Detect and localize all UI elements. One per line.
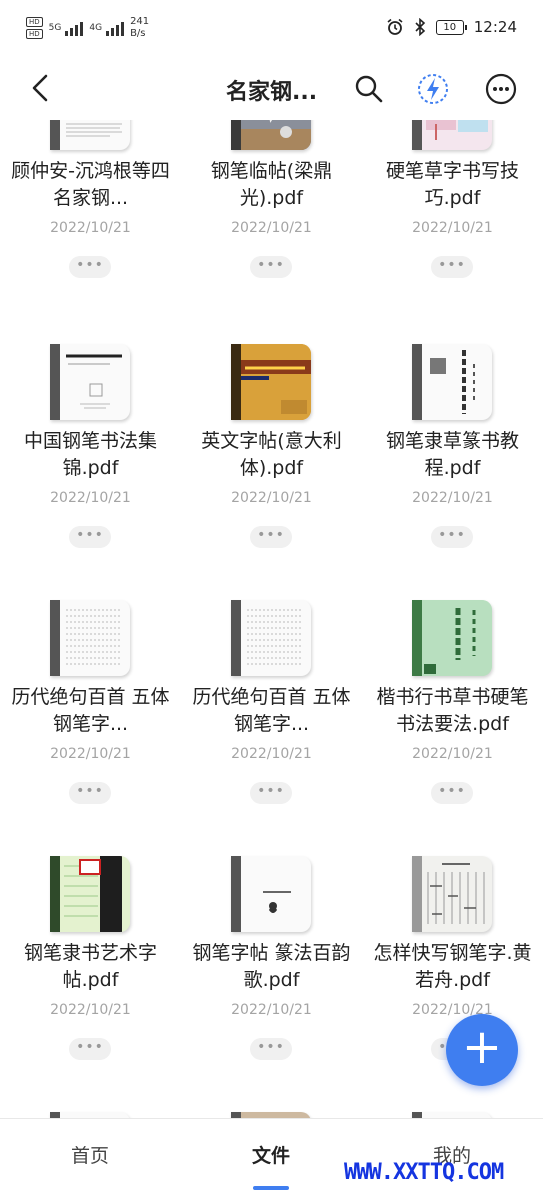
file-name[interactable]: 钢笔临帖(梁鼎光).pdf [187, 158, 356, 212]
more-button[interactable]: ••• [431, 256, 473, 278]
file-card[interactable]: 顾仲安-沉鸿根等四名家钢... 2022/10/21 ••• [0, 120, 181, 330]
page-title: 名家钢... [226, 80, 318, 105]
file-card[interactable]: 钢笔字帖 篆法百韵歌.pdf 2022/10/21 ••• [181, 856, 362, 1112]
file-date: 2022/10/21 [50, 1002, 131, 1018]
tab-files[interactable]: 文件 [221, 1141, 321, 1168]
file-card[interactable]: 硬笔草字书写技巧.pdf 2022/10/21 ••• [362, 120, 543, 330]
clock: 12:24 [473, 18, 517, 36]
file-thumbnail[interactable] [412, 856, 492, 932]
file-thumbnail[interactable] [412, 120, 492, 150]
file-name[interactable]: 钢笔隶草篆书教程.pdf [368, 428, 537, 482]
file-date: 2022/10/21 [231, 490, 312, 506]
file-card[interactable]: 历代绝句百首 五体钢笔字... 2022/10/21 ••• [0, 600, 181, 856]
chevron-left-icon[interactable] [26, 72, 54, 104]
file-card[interactable]: 中国钢笔书法集锦.pdf 2022/10/21 ••• [0, 344, 181, 600]
file-date: 2022/10/21 [412, 490, 493, 506]
file-name[interactable]: 英文字帖(意大利体).pdf [187, 428, 356, 482]
file-date: 2022/10/21 [231, 220, 312, 236]
file-thumbnail[interactable] [231, 120, 311, 150]
file-name[interactable]: 顾仲安-沉鸿根等四名家钢... [6, 158, 175, 212]
signal-icon-2 [106, 20, 125, 36]
active-tab-indicator [253, 1186, 289, 1190]
file-date: 2022/10/21 [412, 746, 493, 762]
file-thumbnail[interactable] [412, 344, 492, 420]
sim1-badge: HD [26, 17, 43, 27]
file-thumbnail[interactable] [50, 600, 130, 676]
file-card[interactable]: 钢笔临帖(梁鼎光).pdf 2022/10/21 ••• [181, 120, 362, 330]
signal-icon [65, 20, 84, 36]
battery-icon: 10 [435, 19, 467, 35]
more-button[interactable]: ••• [250, 1038, 292, 1060]
file-thumbnail[interactable] [50, 120, 130, 150]
network-speed: 241 B/s [130, 16, 149, 40]
more-button[interactable]: ••• [250, 256, 292, 278]
file-card[interactable]: 怎样快写钢笔字.黄若舟.pdf 2022/10/21 ••• [362, 856, 543, 1112]
more-button[interactable]: ••• [69, 526, 111, 548]
file-date: 2022/10/21 [231, 1002, 312, 1018]
file-name[interactable]: 历代绝句百首 五体钢笔字... [187, 684, 356, 738]
lightning-icon[interactable] [416, 72, 450, 106]
status-bar: HD HD 5G 4G 241 B/s 10 12:24 [0, 0, 543, 60]
tab-home[interactable]: 首页 [40, 1141, 140, 1168]
file-thumbnail[interactable] [50, 344, 130, 420]
search-icon[interactable] [352, 72, 386, 106]
file-name[interactable]: 钢笔隶书艺术字帖.pdf [6, 940, 175, 994]
speed-unit: B/s [130, 28, 146, 39]
file-grid: 顾仲安-沉鸿根等四名家钢... 2022/10/21 ••• 钢笔临帖(梁鼎光)… [0, 120, 543, 1118]
more-button[interactable]: ••• [431, 782, 473, 804]
file-name[interactable]: 历代绝句百首 五体钢笔字... [6, 684, 175, 738]
status-right: 10 12:24 [386, 18, 517, 36]
file-date: 2022/10/21 [412, 1002, 493, 1018]
file-name[interactable]: 中国钢笔书法集锦.pdf [6, 428, 175, 482]
file-card[interactable]: 钢笔隶书艺术字帖.pdf 2022/10/21 ••• [0, 856, 181, 1112]
sim-indicators: HD HD [26, 17, 43, 39]
network-type-2: 4G [89, 23, 103, 33]
more-icon[interactable] [484, 72, 518, 106]
file-date: 2022/10/21 [231, 746, 312, 762]
file-card[interactable]: 历代绝句百首 五体钢笔字... 2022/10/21 ••• [181, 600, 362, 856]
more-button[interactable]: ••• [69, 1038, 111, 1060]
file-date: 2022/10/21 [412, 220, 493, 236]
network-type-1: 5G [48, 23, 62, 33]
status-left: HD HD 5G 4G 241 B/s [26, 16, 149, 40]
file-name[interactable]: 楷书行书草书硬笔书法要法.pdf [368, 684, 537, 738]
speed-value: 241 [130, 16, 150, 27]
file-name[interactable]: 硬笔草字书写技巧.pdf [368, 158, 537, 212]
app-header: 名家钢... [0, 60, 543, 120]
file-card[interactable]: 钢笔隶草篆书教程.pdf 2022/10/21 ••• [362, 344, 543, 600]
sim2-badge: HD [26, 29, 43, 39]
more-button[interactable]: ••• [250, 526, 292, 548]
file-date: 2022/10/21 [50, 220, 131, 236]
more-button[interactable]: ••• [69, 256, 111, 278]
bluetooth-icon [415, 18, 425, 36]
file-name[interactable]: 钢笔字帖 篆法百韵歌.pdf [187, 940, 356, 994]
more-button[interactable]: ••• [431, 526, 473, 548]
file-date: 2022/10/21 [50, 490, 131, 506]
file-thumbnail[interactable] [231, 344, 311, 420]
file-thumbnail[interactable] [412, 600, 492, 676]
file-thumbnail[interactable] [231, 856, 311, 932]
alarm-icon [387, 18, 403, 35]
file-thumbnail[interactable] [50, 856, 130, 932]
more-button[interactable]: ••• [69, 782, 111, 804]
file-date: 2022/10/21 [50, 746, 131, 762]
more-button[interactable]: ••• [250, 782, 292, 804]
watermark: WWW.XXTTQ.COM [344, 1160, 504, 1185]
file-card[interactable]: 英文字帖(意大利体).pdf 2022/10/21 ••• [181, 344, 362, 600]
file-card[interactable]: 楷书行书草书硬笔书法要法.pdf 2022/10/21 ••• [362, 600, 543, 856]
file-thumbnail[interactable] [231, 600, 311, 676]
file-name[interactable]: 怎样快写钢笔字.黄若舟.pdf [368, 940, 537, 994]
add-button[interactable]: + [446, 1014, 518, 1086]
